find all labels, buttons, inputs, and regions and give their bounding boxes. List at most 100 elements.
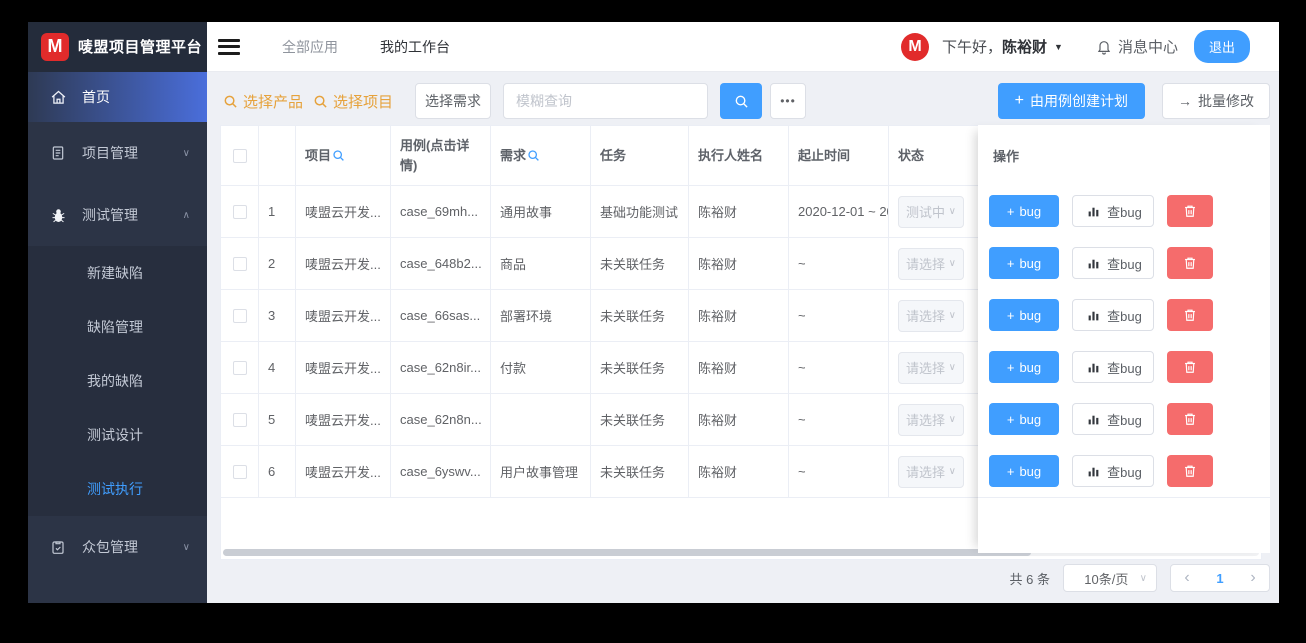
row-checkbox[interactable]	[232, 256, 247, 271]
sidebar-item-home[interactable]: 首页	[28, 72, 207, 122]
status-select[interactable]: 请选择 ∨	[898, 351, 964, 384]
search-button[interactable]	[720, 83, 763, 119]
submenu-item-my-defects[interactable]: 我的缺陷	[28, 354, 207, 408]
row-checkbox[interactable]	[232, 204, 247, 219]
more-filters-button[interactable]: •••	[770, 83, 807, 119]
select-requirement-button[interactable]: 选择需求	[415, 83, 492, 119]
add-bug-button[interactable]: + bug	[989, 403, 1059, 435]
plus-icon: +	[1006, 411, 1015, 427]
next-page-button[interactable]: ›	[1250, 570, 1255, 586]
add-bug-button[interactable]: + bug	[989, 299, 1059, 331]
bell-icon	[1095, 38, 1113, 56]
add-bug-label: bug	[1019, 359, 1042, 375]
status-select[interactable]: 请选择 ∨	[898, 403, 964, 436]
submenu-item-new-defect[interactable]: 新建缺陷	[28, 246, 207, 300]
fuzzy-search-input[interactable]	[503, 83, 709, 119]
status-select[interactable]: 请选择 ∨	[898, 455, 964, 488]
delete-button[interactable]	[1167, 195, 1213, 227]
cell-task: 未关联任务	[591, 394, 689, 445]
cell-executor: 陈裕财	[689, 186, 789, 237]
cell-case[interactable]: case_648b2...	[391, 238, 491, 289]
menu-collapse-icon[interactable]	[218, 38, 240, 55]
cell-project: 唛盟云开发...	[296, 342, 391, 393]
test-mgmt-submenu: 新建缺陷 缺陷管理 我的缺陷 测试设计 测试执行	[28, 246, 207, 516]
status-select[interactable]: 请选择 ∨	[898, 247, 964, 280]
cell-task: 未关联任务	[591, 238, 689, 289]
view-bug-label: 查bug	[1107, 204, 1142, 220]
horizontal-scrollbar-thumb[interactable]	[223, 549, 1032, 556]
cell-case[interactable]: case_62n8ir...	[391, 342, 491, 393]
add-bug-button[interactable]: + bug	[989, 195, 1059, 227]
add-bug-button[interactable]: + bug	[989, 247, 1059, 279]
cell-case[interactable]: case_66sas...	[391, 290, 491, 341]
sidebar-item-project-mgmt[interactable]: 项目管理 ∨	[28, 122, 207, 184]
sidebar-item-test-mgmt[interactable]: 测试管理 ∧	[28, 184, 207, 246]
main-content: 选择产品 选择项目 选择需求 ••• + 由用例创建计划	[207, 72, 1279, 603]
add-bug-label: bug	[1019, 203, 1042, 219]
submenu-item-defect-mgmt[interactable]: 缺陷管理	[28, 300, 207, 354]
tab-all-apps[interactable]: 全部应用	[282, 37, 338, 57]
select-product-filter[interactable]: 选择产品	[221, 91, 303, 112]
operations-row: + bug 查bug	[978, 237, 1270, 289]
sidebar-item-crowdsourcing[interactable]: 众包管理 ∨	[28, 516, 207, 578]
cell-case[interactable]: case_6yswv...	[391, 446, 491, 497]
view-bug-button[interactable]: 查bug	[1072, 247, 1154, 279]
cell-status: 请选择 ∨	[889, 238, 979, 289]
delete-button[interactable]	[1167, 299, 1213, 331]
delete-button[interactable]	[1167, 455, 1213, 487]
search-icon	[221, 92, 239, 110]
chevron-down-icon: ∨	[948, 310, 956, 321]
header-label: 项目	[305, 147, 332, 163]
view-bug-button[interactable]: 查bug	[1072, 403, 1154, 435]
delete-button[interactable]	[1167, 403, 1213, 435]
operations-row: + bug 查bug	[978, 341, 1270, 393]
user-greeting[interactable]: 下午好，陈裕财	[942, 36, 1047, 57]
view-bug-button[interactable]: 查bug	[1072, 195, 1154, 227]
user-caret-down-icon[interactable]: ▼	[1054, 42, 1063, 52]
header-cell-task: 任务	[591, 126, 689, 185]
cell-dates: ~	[789, 238, 889, 289]
current-page-button[interactable]: 1	[1216, 571, 1223, 586]
submenu-item-test-execution[interactable]: 测试执行	[28, 462, 207, 516]
select-project-filter[interactable]: 选择项目	[311, 91, 393, 112]
chevron-up-icon: ∧	[182, 209, 190, 221]
page-size-select[interactable]: 10条/页 ∨	[1063, 564, 1157, 592]
column-search-icon[interactable]	[527, 149, 540, 162]
cell-case[interactable]: case_62n8n...	[391, 394, 491, 445]
trash-icon	[1181, 462, 1199, 480]
view-bug-button[interactable]: 查bug	[1072, 455, 1154, 487]
operations-panel: 操作 + bug 查bug + bug 查bug + bug 查bug + bug 查bug + bug 查…	[978, 125, 1270, 553]
status-select[interactable]: 测试中 ∨	[898, 195, 964, 228]
chevron-down-icon: ∨	[1139, 572, 1147, 584]
add-bug-button[interactable]: + bug	[989, 455, 1059, 487]
row-checkbox[interactable]	[232, 464, 247, 479]
cell-index: 3	[259, 290, 296, 341]
delete-button[interactable]	[1167, 351, 1213, 383]
username: 陈裕财	[1002, 39, 1048, 56]
add-bug-button[interactable]: + bug	[989, 351, 1059, 383]
view-bug-button[interactable]: 查bug	[1072, 351, 1154, 383]
logout-button[interactable]: 退出	[1193, 30, 1250, 63]
delete-button[interactable]	[1167, 247, 1213, 279]
sidebar-item-clipped[interactable]	[28, 595, 207, 603]
trash-icon	[1181, 306, 1199, 324]
select-all-checkbox[interactable]	[232, 148, 247, 163]
tab-my-workbench[interactable]: 我的工作台	[380, 37, 450, 57]
submenu-item-test-design[interactable]: 测试设计	[28, 408, 207, 462]
prev-page-button[interactable]: ‹	[1184, 570, 1189, 586]
view-bug-button[interactable]: 查bug	[1072, 299, 1154, 331]
user-avatar[interactable]: M	[901, 32, 930, 61]
row-checkbox[interactable]	[232, 360, 247, 375]
message-center-link[interactable]: 消息中心	[1095, 36, 1178, 57]
column-search-icon[interactable]	[332, 149, 345, 162]
cell-project: 唛盟云开发...	[296, 186, 391, 237]
cell-status: 测试中 ∨	[889, 186, 979, 237]
cell-task: 未关联任务	[591, 342, 689, 393]
create-plan-button[interactable]: + 由用例创建计划	[997, 83, 1145, 119]
row-checkbox[interactable]	[232, 308, 247, 323]
row-checkbox[interactable]	[232, 412, 247, 427]
batch-edit-button[interactable]: → 批量修改	[1162, 83, 1270, 119]
create-plan-label: 由用例创建计划	[1030, 93, 1128, 109]
status-select[interactable]: 请选择 ∨	[898, 299, 964, 332]
cell-case[interactable]: case_69mh...	[391, 186, 491, 237]
